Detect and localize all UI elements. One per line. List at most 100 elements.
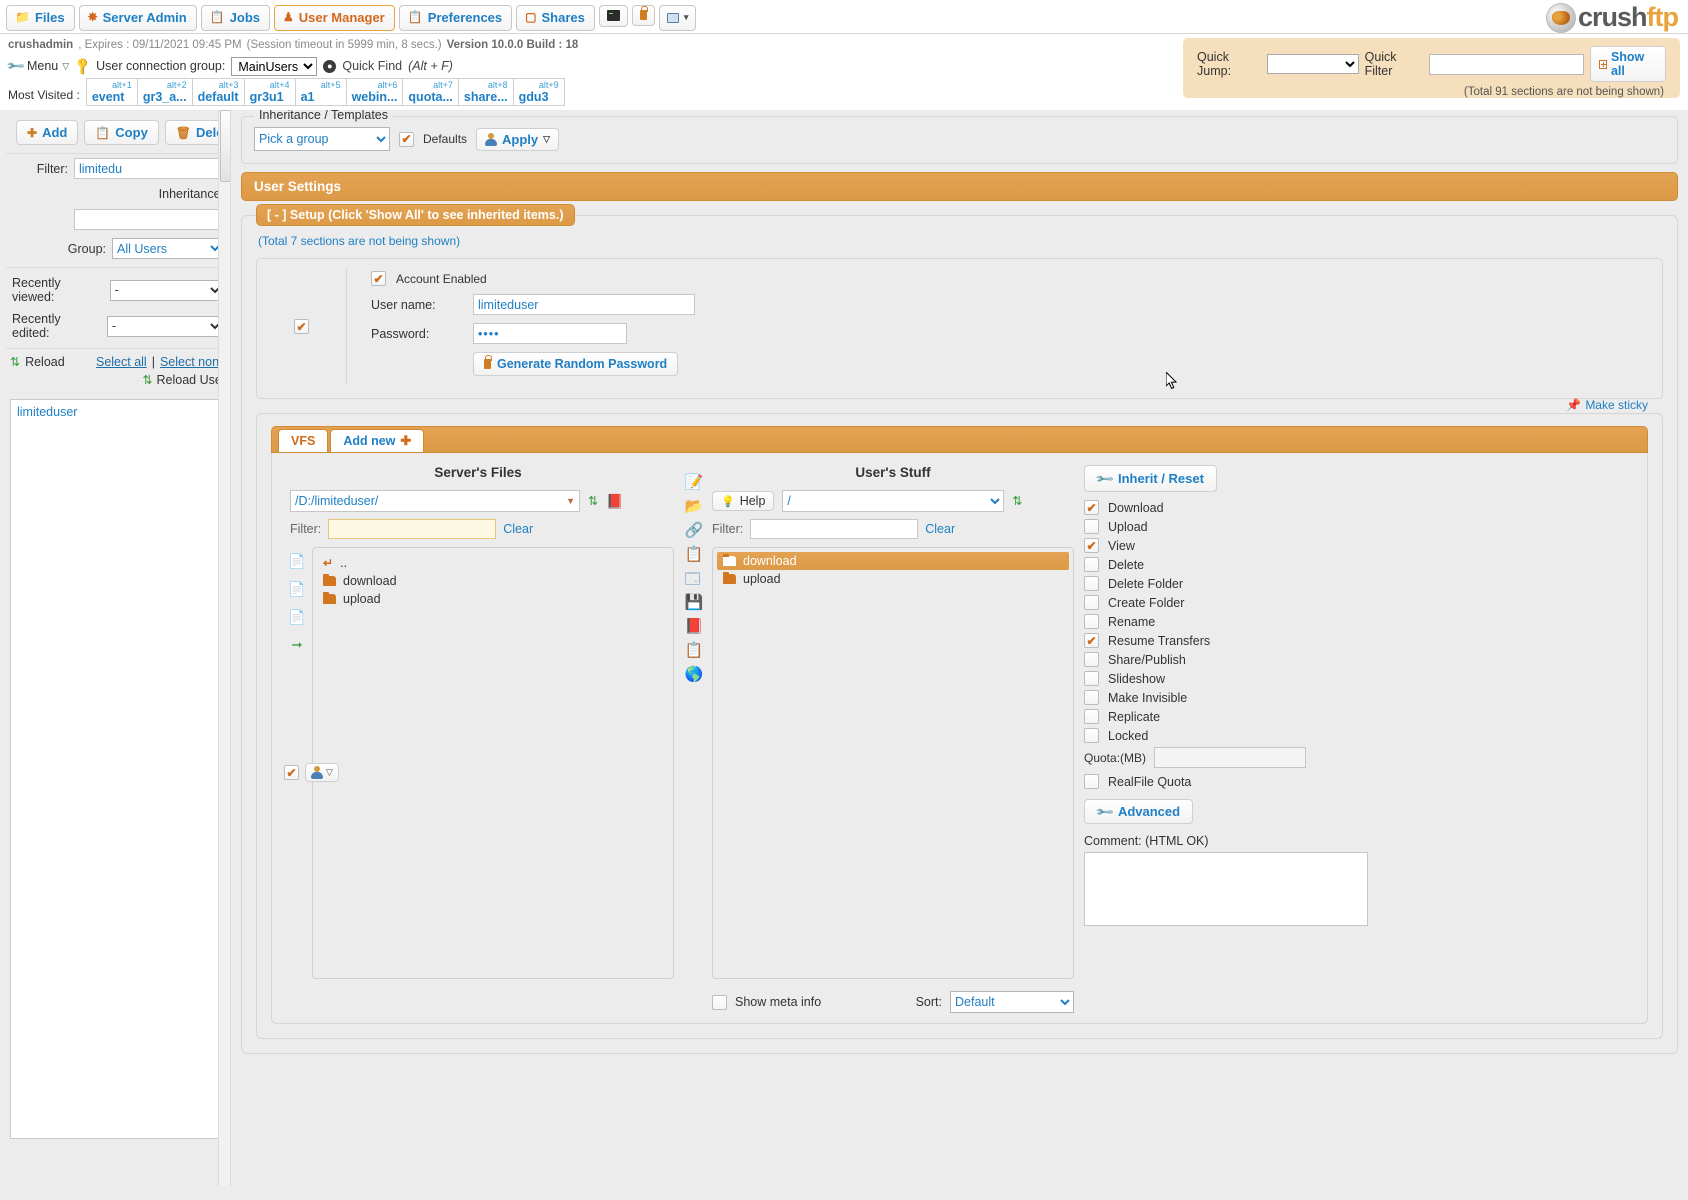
make-sticky-button[interactable]: 📌 Make sticky — [1566, 398, 1648, 412]
clipboard-icon[interactable]: 📋 — [685, 641, 704, 659]
book-icon[interactable]: 📕 — [685, 617, 704, 635]
nav-tab-jobs[interactable]: 📋 Jobs — [200, 5, 270, 31]
permission-checkbox[interactable] — [1084, 690, 1099, 705]
most-visited-item[interactable]: alt+5 a1 — [294, 78, 347, 106]
permission-delete[interactable]: Delete — [1084, 557, 1394, 572]
permission-checkbox[interactable] — [1084, 652, 1099, 667]
nav-button-image-dropdown[interactable]: ▾ — [658, 5, 697, 31]
permission-checkbox[interactable] — [1084, 576, 1099, 591]
user-clear-link[interactable]: Clear — [925, 522, 955, 536]
permission-download[interactable]: Download — [1084, 500, 1394, 515]
nav-button-terminal[interactable] — [598, 5, 628, 27]
most-visited-item[interactable]: alt+7 quota... — [402, 78, 459, 106]
quick-filter-input[interactable] — [1428, 53, 1584, 75]
account-enabled-checkbox[interactable] — [371, 271, 386, 286]
user-filter-input[interactable] — [74, 158, 224, 179]
document-icon[interactable]: 📄 — [288, 609, 305, 626]
permission-checkbox[interactable] — [1084, 500, 1099, 515]
password-input[interactable] — [473, 323, 627, 344]
most-visited-item[interactable]: alt+6 webin... — [345, 78, 404, 106]
menu-button[interactable]: 🔧 Menu ▽ — [5, 56, 69, 76]
apply-button[interactable]: Apply ▽ — [476, 127, 560, 151]
most-visited-item[interactable]: alt+2 gr3_a... — [136, 78, 193, 106]
permission-checkbox[interactable] — [1084, 709, 1099, 724]
permission-slideshow[interactable]: Slideshow — [1084, 671, 1394, 686]
nav-button-lock[interactable] — [631, 5, 655, 26]
setup-legend[interactable]: [ - ] Setup (Click 'Show All' to see inh… — [256, 204, 575, 226]
file-icon[interactable]: 📄 — [288, 581, 305, 598]
book-icon[interactable]: 📕 — [606, 493, 623, 510]
permission-delete-folder[interactable]: Delete Folder — [1084, 576, 1394, 591]
realfile-quota-checkbox[interactable] — [1084, 774, 1099, 789]
permission-checkbox[interactable] — [1084, 614, 1099, 629]
add-folder-icon[interactable]: 📂 — [685, 497, 704, 515]
nav-tab-user-manager[interactable]: ♟ User Manager — [274, 5, 395, 31]
permission-checkbox[interactable] — [1084, 519, 1099, 534]
inheritance-input[interactable] — [74, 209, 224, 230]
select-all-link[interactable]: Select all — [96, 355, 147, 369]
globe-icon[interactable]: 🌎 — [685, 665, 704, 683]
permission-checkbox[interactable] — [1084, 595, 1099, 610]
most-visited-item[interactable]: alt+4 gr3u1 — [243, 78, 296, 106]
permission-share-publish[interactable]: Share/Publish — [1084, 652, 1394, 667]
reload-user-label[interactable]: Reload User — [157, 373, 226, 387]
help-button[interactable]: 💡 Help — [712, 491, 775, 511]
list-item[interactable]: download — [317, 572, 669, 590]
most-visited-item[interactable]: alt+8 share... — [457, 78, 514, 106]
edit-icon[interactable]: 📝 — [685, 473, 704, 491]
tab-vfs[interactable]: VFS — [278, 429, 329, 452]
list-item[interactable]: limiteduser — [17, 404, 219, 420]
recently-edited-select[interactable]: - — [106, 315, 224, 337]
user-connection-group-select[interactable]: MainUsers — [231, 56, 318, 76]
list-item[interactable]: upload — [717, 570, 1069, 588]
select-none-link[interactable]: Select none — [160, 355, 226, 369]
most-visited-item[interactable]: alt+1 event — [85, 78, 138, 106]
quick-jump-select[interactable] — [1266, 54, 1359, 74]
nav-tab-server-admin[interactable]: ✸ Server Admin — [78, 5, 197, 31]
permission-checkbox[interactable] — [1084, 671, 1099, 686]
permission-rename[interactable]: Rename — [1084, 614, 1394, 629]
tab-add-new[interactable]: Add new ✚ — [330, 429, 425, 452]
permission-locked[interactable]: Locked — [1084, 728, 1394, 743]
most-visited-item[interactable]: alt+3 default — [191, 78, 245, 106]
new-file-icon[interactable]: 📄 — [288, 553, 305, 570]
permission-replicate[interactable]: Replicate — [1084, 709, 1394, 724]
permission-checkbox[interactable] — [1084, 538, 1099, 553]
server-filter-input[interactable] — [328, 519, 497, 539]
recently-viewed-select[interactable]: - — [109, 279, 224, 301]
reload-label[interactable]: Reload — [25, 355, 65, 369]
section-enable-checkbox[interactable] — [294, 319, 309, 334]
permission-checkbox[interactable] — [1084, 557, 1099, 572]
list-item[interactable]: ↵ .. — [317, 554, 669, 572]
refresh-icon[interactable]: ⇅ — [588, 494, 598, 508]
show-all-button[interactable]: Show all — [1589, 46, 1666, 82]
window-icon[interactable]: 🗔 — [685, 569, 702, 588]
quick-find-label[interactable]: Quick Find — [342, 59, 402, 73]
comment-textarea[interactable] — [1084, 852, 1368, 926]
generate-random-password-button[interactable]: Generate Random Password — [473, 352, 679, 376]
advanced-button[interactable]: 🔧 Advanced — [1084, 799, 1194, 824]
copy-icon[interactable]: 📋 — [685, 545, 704, 563]
list-item[interactable]: download — [717, 552, 1069, 570]
permission-checkbox[interactable] — [1084, 633, 1099, 648]
inherit-reset-button[interactable]: 🔧 Inherit / Reset — [1084, 465, 1217, 492]
server-clear-link[interactable]: Clear — [503, 522, 533, 536]
link-icon[interactable]: 🔗 — [685, 521, 704, 539]
most-visited-item[interactable]: alt+9 gdu3 — [512, 78, 565, 106]
server-user-dropdown-button[interactable]: ▽ — [305, 763, 339, 782]
list-item[interactable]: upload — [317, 590, 669, 608]
pick-group-select[interactable]: Pick a group — [254, 127, 390, 151]
nav-tab-files[interactable]: 📁 Files — [6, 5, 75, 31]
permission-create-folder[interactable]: Create Folder — [1084, 595, 1394, 610]
permission-view[interactable]: View — [1084, 538, 1394, 553]
refresh-icon[interactable]: ⇅ — [1012, 494, 1022, 508]
permission-checkbox[interactable] — [1084, 728, 1099, 743]
defaults-checkbox[interactable] — [399, 131, 414, 147]
add-user-button[interactable]: ✚ Add — [16, 120, 79, 145]
server-select-checkbox[interactable] — [284, 765, 299, 780]
sort-select[interactable]: Default — [950, 991, 1074, 1013]
permission-upload[interactable]: Upload — [1084, 519, 1394, 534]
user-path-select[interactable]: / — [782, 490, 1005, 512]
copy-user-button[interactable]: 📋 Copy — [84, 120, 159, 145]
save-icon[interactable]: 💾 — [685, 593, 704, 611]
